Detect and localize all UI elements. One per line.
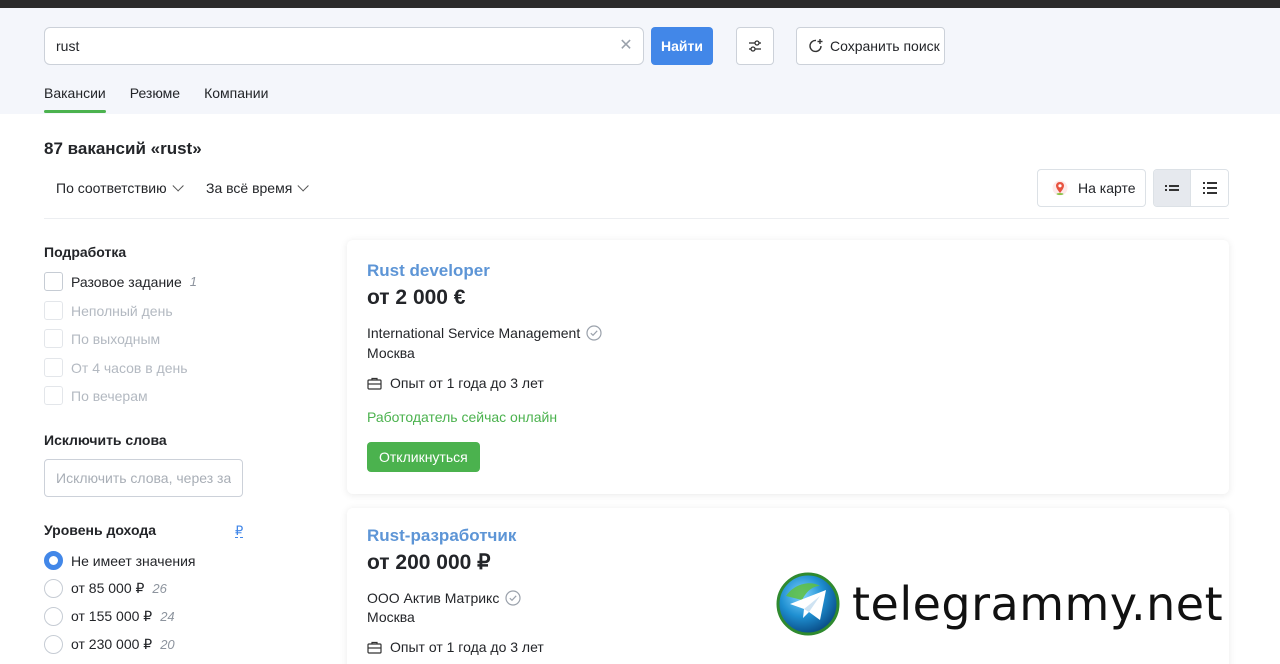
income-option-any[interactable]: Не имеет значения <box>44 551 195 570</box>
income-heading: Уровень дохода <box>44 522 157 538</box>
vacancy-salary: от 2 000 € <box>367 286 466 309</box>
income-count: 26 <box>152 581 167 596</box>
vacancy-city: Москва <box>367 345 415 361</box>
verified-check-icon <box>505 590 521 606</box>
search-tabs: Вакансии Резюме Компании <box>44 84 292 114</box>
filter-label: По выходным <box>71 330 161 347</box>
vacancy-experience: Опыт от 1 года до 3 лет <box>367 375 544 391</box>
checkbox <box>44 301 63 320</box>
clear-icon[interactable]: ✕ <box>617 37 635 55</box>
filter-label: Неполный день <box>71 302 173 319</box>
filter-one-time-task[interactable]: Разовое задание 1 <box>44 272 197 291</box>
checkbox <box>44 386 63 405</box>
search-field[interactable]: ✕ <box>44 27 644 65</box>
income-option-230000[interactable]: от 230 000 ₽ 20 <box>44 635 175 654</box>
filter-label: Разовое задание <box>71 273 182 290</box>
exclude-heading: Исключить слова <box>44 432 167 448</box>
apply-button[interactable]: Откликнуться <box>367 442 480 472</box>
filter-weekends: По выходным <box>44 329 160 348</box>
top-bar <box>0 0 1280 8</box>
vacancy-company: ООО Актив Матрикс <box>367 590 521 606</box>
exclude-words-input[interactable] <box>44 459 243 497</box>
radio-button[interactable] <box>44 579 63 598</box>
save-search-button[interactable]: Сохранить поиск <box>796 27 945 65</box>
vacancy-salary: от 200 000 ₽ <box>367 551 491 574</box>
list-icon <box>1202 182 1217 194</box>
view-compact-button[interactable] <box>1154 170 1192 206</box>
company-link[interactable]: ООО Актив Матрикс <box>367 590 499 606</box>
filter-evenings: По вечерам <box>44 386 148 405</box>
employer-online-status: Работодатель сейчас онлайн <box>367 409 558 425</box>
company-link[interactable]: International Service Management <box>367 325 580 341</box>
results-title: 87 вакансий «rust» <box>44 139 202 158</box>
find-button[interactable]: Найти <box>651 27 713 65</box>
filter-4-hours: От 4 часов в день <box>44 358 188 377</box>
filter-label: От 4 часов в день <box>71 359 188 376</box>
parttime-heading: Подработка <box>44 244 127 260</box>
vacancy-company: International Service Management <box>367 325 602 341</box>
sliders-icon <box>749 40 761 52</box>
advanced-filter-button[interactable] <box>736 27 774 65</box>
search-input[interactable] <box>56 28 616 64</box>
tab-vacancies[interactable]: Вакансии <box>44 84 106 114</box>
verified-check-icon <box>586 325 602 341</box>
telegram-logo-icon <box>776 572 840 636</box>
income-label: от 230 000 ₽ <box>71 636 153 652</box>
sort-dropdown[interactable]: По соответствию <box>56 180 184 196</box>
income-label: Не имеет значения <box>71 552 196 569</box>
tab-companies[interactable]: Компании <box>204 84 268 114</box>
experience-label: Опыт от 1 года до 3 лет <box>390 639 544 655</box>
view-switch <box>1153 169 1229 207</box>
chevron-down-icon <box>172 180 184 192</box>
vacancy-card: Rust developer от 2 000 € International … <box>347 240 1229 494</box>
vacancy-experience: Опыт от 1 года до 3 лет <box>367 639 544 655</box>
watermark: telegrammy.net <box>776 572 1276 636</box>
briefcase-icon <box>367 641 382 654</box>
watermark-text: telegrammy.net <box>852 577 1224 631</box>
radio-button[interactable] <box>44 551 63 570</box>
period-label: За всё время <box>206 180 293 196</box>
checkbox[interactable] <box>44 272 63 291</box>
sort-label: По соответствию <box>56 180 167 196</box>
save-search-label: Сохранить поиск <box>830 38 940 54</box>
chevron-down-icon <box>297 180 310 192</box>
experience-label: Опыт от 1 года до 3 лет <box>390 375 544 391</box>
view-list-button[interactable] <box>1191 170 1228 206</box>
radio-button[interactable] <box>44 607 63 626</box>
search-header: ✕ Найти Сохранить поиск Вакансии Резюме … <box>0 8 1280 114</box>
checkbox <box>44 358 63 377</box>
vacancy-title-link[interactable]: Rust-разработчик <box>367 526 516 546</box>
filter-part-day: Неполный день <box>44 301 173 320</box>
income-option-155000[interactable]: от 155 000 ₽ 24 <box>44 607 175 626</box>
income-count: 20 <box>160 637 175 652</box>
map-button[interactable]: На карте <box>1037 169 1146 207</box>
income-count: 24 <box>160 609 175 624</box>
briefcase-icon <box>367 377 382 390</box>
filter-count: 1 <box>189 274 198 289</box>
checkbox <box>44 329 63 348</box>
period-dropdown[interactable]: За всё время <box>206 180 310 196</box>
save-search-icon <box>809 39 823 53</box>
radio-button[interactable] <box>44 635 63 654</box>
income-option-85000[interactable]: от 85 000 ₽ 26 <box>44 579 167 598</box>
divider <box>44 218 1229 219</box>
filter-label: По вечерам <box>71 387 148 404</box>
income-label: от 85 000 ₽ <box>71 580 145 596</box>
map-label: На карте <box>1078 180 1136 196</box>
currency-toggle[interactable]: ₽ <box>235 524 244 538</box>
vacancy-city: Москва <box>367 609 415 625</box>
income-label: от 155 000 ₽ <box>71 608 153 624</box>
map-pin-icon <box>1052 180 1068 196</box>
vacancy-title-link[interactable]: Rust developer <box>367 261 490 281</box>
tab-resumes[interactable]: Резюме <box>130 84 180 114</box>
compact-list-icon <box>1165 185 1179 191</box>
